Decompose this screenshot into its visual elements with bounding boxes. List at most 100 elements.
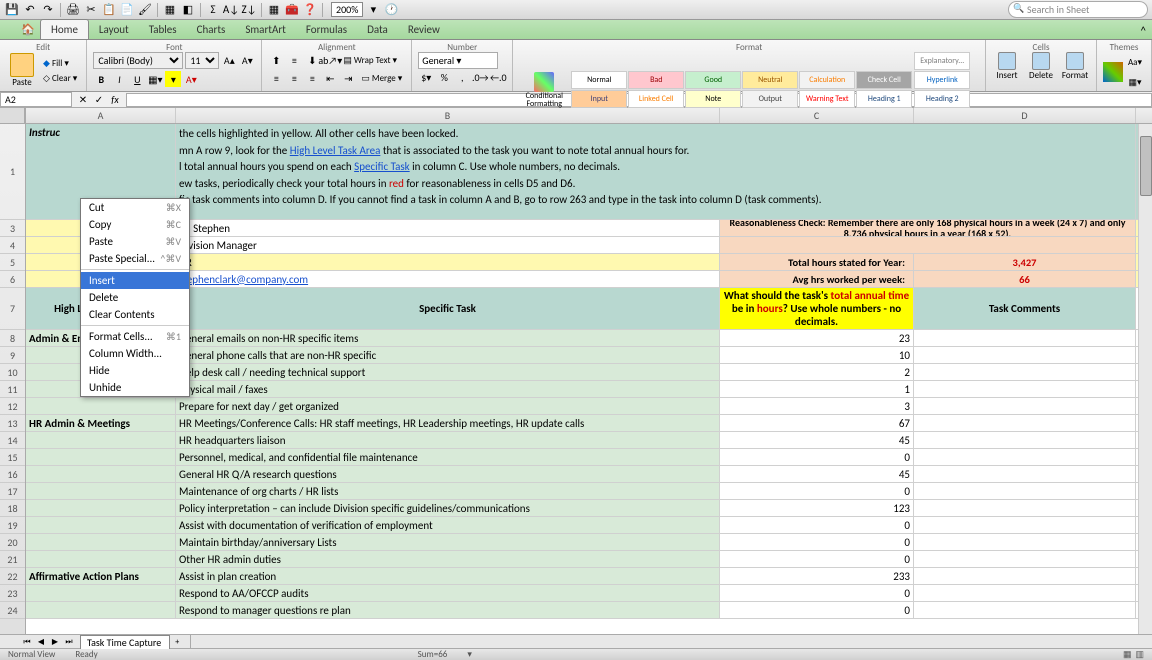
cell[interactable] (914, 364, 1136, 380)
save-icon[interactable]: 💾 (4, 2, 20, 18)
cell[interactable] (26, 483, 176, 499)
help-icon[interactable]: ❓ (302, 2, 318, 18)
tab-home[interactable]: Home (40, 19, 89, 39)
style-cell[interactable]: Note (685, 90, 741, 108)
cell[interactable]: Help desk call / needing technical suppo… (176, 364, 720, 380)
cell[interactable]: 2 (720, 364, 914, 380)
cell[interactable]: Total hours stated for Year: (720, 254, 914, 270)
menu-item[interactable]: Cut⌘X (81, 199, 189, 216)
cell[interactable]: General HR Q/A research questions (176, 466, 720, 482)
theme-fonts-icon[interactable]: ▦▾ (1125, 72, 1145, 92)
borders-button[interactable]: ▦▾ (147, 71, 163, 87)
cell[interactable] (914, 534, 1136, 550)
cell[interactable]: Respond to manager questions re plan (176, 602, 720, 618)
undo-icon[interactable]: ↶ (22, 2, 38, 18)
cell[interactable] (914, 517, 1136, 533)
insert-cells-button[interactable]: Insert (992, 52, 1022, 81)
cell[interactable]: 233 (720, 568, 914, 584)
percent-icon[interactable]: % (436, 69, 452, 85)
zoom-level[interactable]: 200% (331, 2, 363, 17)
style-cell[interactable]: Explanatory... (914, 52, 970, 70)
cell[interactable]: 10 (720, 347, 914, 363)
menu-item[interactable]: Paste⌘V (81, 233, 189, 250)
style-cell[interactable]: Check Cell (856, 71, 912, 89)
header-cell[interactable]: Task Comments (914, 288, 1136, 329)
cell[interactable] (26, 585, 176, 601)
cell[interactable] (914, 551, 1136, 567)
cell[interactable]: 45 (720, 466, 914, 482)
align-top-icon[interactable]: ⬆ (268, 52, 284, 68)
cell[interactable] (26, 432, 176, 448)
cell[interactable]: 23 (720, 330, 914, 346)
style-cell[interactable]: Calculation (799, 71, 855, 89)
last-sheet-icon[interactable]: ⏭ (62, 636, 76, 648)
comma-icon[interactable]: , (454, 69, 470, 85)
cell[interactable] (26, 551, 176, 567)
orientation-icon[interactable]: ab↗▾ (322, 52, 338, 68)
style-cell[interactable]: Hyperlink (914, 71, 970, 89)
row-header[interactable]: 22 (0, 568, 25, 585)
column-header[interactable]: C (720, 108, 914, 123)
toolbar-icon[interactable]: ◧ (180, 2, 196, 18)
sort-asc-icon[interactable]: A↓ (223, 2, 239, 18)
row-header[interactable]: 4 (0, 237, 25, 254)
cell[interactable] (26, 602, 176, 618)
menu-item[interactable]: Hide (81, 362, 189, 379)
cell[interactable]: rk, Stephen (176, 220, 720, 236)
font-size-select[interactable]: 11 (185, 52, 219, 69)
cell[interactable]: HR (176, 254, 720, 270)
italic-button[interactable]: I (111, 71, 127, 87)
cell[interactable]: HR Meetings/Conference Calls: HR staff m… (176, 415, 720, 431)
menu-item[interactable]: Unhide (81, 379, 189, 396)
reasonableness-header[interactable]: Reasonableness Check: Remember there are… (720, 220, 1136, 236)
row-header[interactable]: 18 (0, 500, 25, 517)
row-header[interactable]: 12 (0, 398, 25, 415)
cell[interactable] (914, 466, 1136, 482)
cell[interactable] (26, 449, 176, 465)
cell[interactable]: Personnel, medical, and confidential fil… (176, 449, 720, 465)
style-cell[interactable]: Linked Cell (628, 90, 684, 108)
cell[interactable] (914, 432, 1136, 448)
row-header[interactable]: 3 (0, 220, 25, 237)
menu-item[interactable]: Format Cells...⌘1 (81, 328, 189, 345)
name-box[interactable]: A2 (0, 92, 72, 107)
cut-icon[interactable]: ✂ (83, 2, 99, 18)
style-cell[interactable]: Input (571, 90, 627, 108)
enter-formula-icon[interactable]: ✓ (92, 93, 106, 107)
horizontal-scrollbar[interactable] (190, 635, 1152, 648)
cell[interactable]: 3 (720, 398, 914, 414)
indent-inc-icon[interactable]: ⇥ (340, 70, 356, 86)
cell[interactable]: Maintenance of org charts / HR lists (176, 483, 720, 499)
row-header[interactable]: 21 (0, 551, 25, 568)
menu-item[interactable]: Paste Special...^⌘V (81, 250, 189, 267)
cell[interactable]: 123 (720, 500, 914, 516)
first-sheet-icon[interactable]: ⏮ (20, 636, 34, 648)
grow-font-icon[interactable]: A▴ (221, 53, 237, 69)
cell[interactable] (914, 500, 1136, 516)
gallery-icon[interactable]: ▦ (266, 2, 282, 18)
toolbar-icon[interactable]: ▦ (162, 2, 178, 18)
style-cell[interactable]: Normal (571, 71, 627, 89)
cell[interactable] (26, 500, 176, 516)
row-header[interactable]: 16 (0, 466, 25, 483)
row-header[interactable]: 17 (0, 483, 25, 500)
cell[interactable] (720, 237, 1136, 253)
tab-layout[interactable]: Layout (89, 20, 139, 39)
collapse-ribbon-icon[interactable]: ^ (1135, 22, 1152, 39)
align-left-icon[interactable]: ≡ (268, 70, 284, 86)
tab-data[interactable]: Data (357, 20, 398, 39)
cell[interactable] (26, 517, 176, 533)
cell[interactable] (914, 415, 1136, 431)
cell[interactable]: Assist in plan creation (176, 568, 720, 584)
cell[interactable] (914, 347, 1136, 363)
row-header[interactable]: 11 (0, 381, 25, 398)
indent-dec-icon[interactable]: ⇤ (322, 70, 338, 86)
cell[interactable]: HR headquarters liaison (176, 432, 720, 448)
font-name-select[interactable]: Calibri (Body) (93, 52, 183, 69)
cell[interactable]: Policy interpretation – can include Divi… (176, 500, 720, 516)
cell[interactable] (914, 568, 1136, 584)
row-header[interactable]: 15 (0, 449, 25, 466)
clear-button[interactable]: ◇ Clear ▾ (40, 72, 80, 85)
cell[interactable] (914, 398, 1136, 414)
cell[interactable] (914, 449, 1136, 465)
